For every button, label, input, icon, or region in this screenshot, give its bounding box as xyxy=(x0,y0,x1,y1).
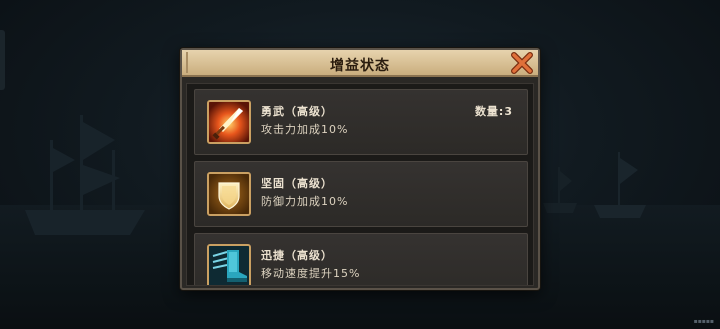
ship-silhouette-far-right xyxy=(543,167,577,213)
buff-row-valor[interactable]: 勇武（高级） 攻击力加成10% 数量:3 xyxy=(194,89,528,155)
buff-description: 防御力加成10% xyxy=(261,195,349,208)
buff-description: 移动速度提升15% xyxy=(261,267,361,280)
buff-count: 数量:3 xyxy=(474,105,513,118)
buff-name: 坚固（高级） xyxy=(261,177,333,190)
winged-boot-icon xyxy=(207,244,251,285)
buff-description: 攻击力加成10% xyxy=(261,123,349,136)
ship-silhouette-left xyxy=(25,115,145,235)
buff-list-panel[interactable]: 勇武（高级） 攻击力加成10% 数量:3 坚固（高级） 防御力加成10% 迅捷（… xyxy=(186,83,534,286)
buff-name: 勇武（高级） xyxy=(261,105,333,118)
dialog-header: 增益状态 xyxy=(182,50,538,77)
buff-status-dialog: 增益状态 勇武（高级） 攻击力加成10% 数量:3 坚固（高级） 防御力加成10… xyxy=(180,48,540,290)
buff-name: 迅捷（高级） xyxy=(261,249,333,262)
side-drawer-handle[interactable] xyxy=(0,30,5,90)
ship-silhouette-right xyxy=(594,152,646,218)
buff-row-fortitude[interactable]: 坚固（高级） 防御力加成10% xyxy=(194,161,528,227)
buff-row-swiftness[interactable]: 迅捷（高级） 移动速度提升15% xyxy=(194,233,528,285)
close-x-icon xyxy=(511,52,533,74)
golden-shield-icon xyxy=(207,172,251,216)
watermark: ▪▪▪▪▪ xyxy=(693,318,714,325)
flaming-sword-icon xyxy=(207,100,251,144)
close-button[interactable] xyxy=(510,52,534,74)
dialog-title: 增益状态 xyxy=(330,58,390,74)
